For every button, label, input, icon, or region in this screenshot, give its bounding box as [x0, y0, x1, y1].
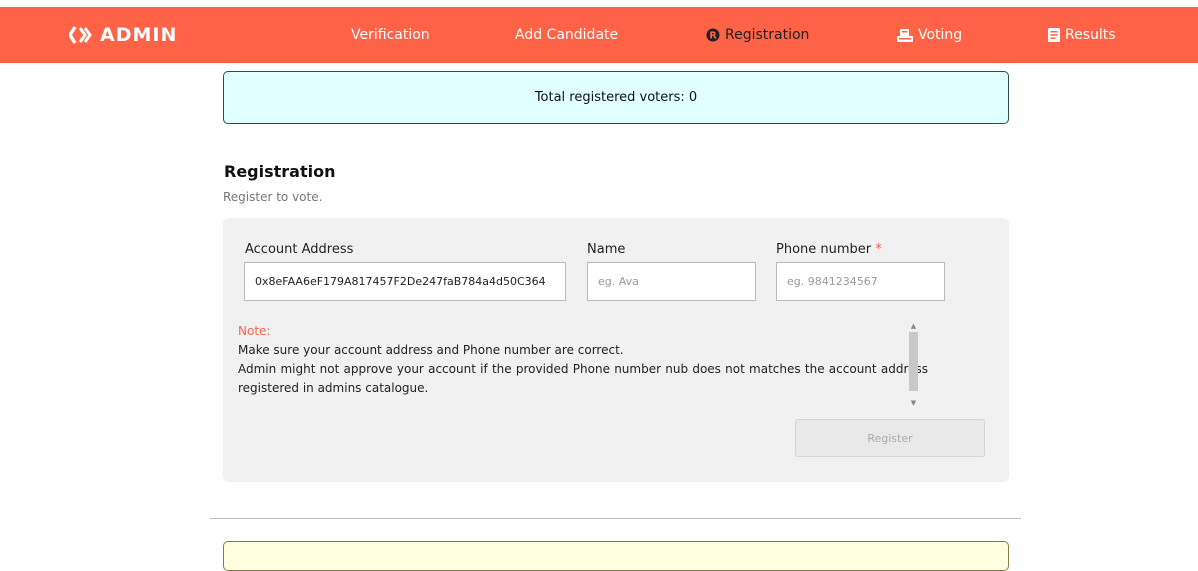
phone-number-input[interactable] — [776, 262, 945, 301]
note-box[interactable]: Note: Make sure your account address and… — [238, 322, 928, 410]
note-line-2: Admin might not approve your account if … — [238, 362, 928, 395]
nav-verification[interactable]: Verification — [351, 7, 430, 63]
note-scrollbar[interactable]: ▲ ▼ — [909, 321, 918, 407]
nav-voting-label: Voting — [918, 27, 963, 43]
brand-label: ADMIN — [100, 24, 178, 46]
note-line-1: Make sure your account address and Phone… — [238, 343, 624, 357]
registered-voters-banner: Total registered voters: 0 — [223, 71, 1009, 124]
phone-number-label: Phone number * — [776, 242, 882, 257]
nav-registration-label: Registration — [725, 27, 810, 43]
results-icon — [1048, 28, 1060, 42]
nav-add-candidate-label: Add Candidate — [515, 27, 619, 43]
scroll-up-arrow-icon[interactable]: ▲ — [909, 321, 918, 330]
phone-number-label-text: Phone number — [776, 242, 872, 257]
page-subtitle: Register to vote. — [223, 190, 323, 204]
nav-add-candidate[interactable]: Add Candidate — [515, 7, 618, 63]
required-mark: * — [875, 242, 882, 257]
nav-registration[interactable]: R Registration — [706, 7, 809, 63]
top-navbar: ADMIN Verification Add Candidate R Regis… — [0, 7, 1198, 63]
scroll-down-arrow-icon[interactable]: ▼ — [909, 398, 918, 407]
scroll-thumb[interactable] — [909, 332, 918, 391]
notice-box — [223, 541, 1009, 571]
section-divider — [210, 518, 1021, 519]
page-title: Registration — [224, 162, 336, 181]
account-address-label: Account Address — [245, 242, 354, 257]
ballot-box-icon — [897, 28, 913, 42]
admin-logo-icon — [69, 26, 92, 44]
svg-text:R: R — [709, 30, 717, 41]
nav-results[interactable]: Results — [1048, 7, 1116, 63]
name-input[interactable] — [587, 262, 756, 301]
nav-results-label: Results — [1065, 27, 1116, 43]
nav-voting[interactable]: Voting — [897, 7, 962, 63]
brand-logo[interactable]: ADMIN — [69, 7, 177, 63]
registered-voters-text: Total registered voters: 0 — [534, 90, 698, 105]
registered-icon: R — [706, 28, 720, 42]
register-button[interactable]: Register — [795, 419, 985, 457]
registration-form: Account Address Name Phone number * Note… — [223, 218, 1009, 482]
nav-verification-label: Verification — [351, 27, 430, 43]
note-title: Note: — [238, 324, 271, 338]
account-address-input[interactable] — [244, 262, 566, 301]
name-label: Name — [587, 242, 626, 257]
